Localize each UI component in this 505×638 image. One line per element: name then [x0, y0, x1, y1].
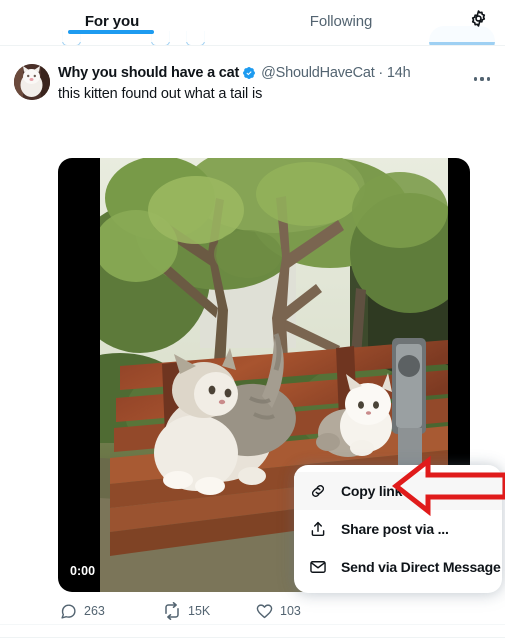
header-divider [0, 45, 505, 46]
more-options-button[interactable] [466, 66, 498, 92]
link-icon [308, 482, 327, 501]
like-count: 103 [280, 604, 301, 618]
menu-item-share-post-via[interactable]: Share post via ... [294, 510, 502, 548]
menu-item-copy-link-label: Copy link [341, 483, 403, 499]
menu-item-share-post-via-label: Share post via ... [341, 521, 449, 537]
share-context-menu: Copy link Share post via ... Send via Di… [294, 465, 502, 593]
gear-icon [469, 9, 488, 33]
repost-icon [163, 602, 181, 620]
avatar[interactable] [14, 64, 50, 100]
repost-button[interactable]: 15K [163, 598, 210, 624]
menu-item-copy-link[interactable]: Copy link [294, 472, 502, 510]
active-tab-indicator [68, 30, 154, 34]
menu-item-send-via-dm[interactable]: Send via Direct Message [294, 548, 502, 586]
dot-3 [486, 77, 490, 81]
tab-for-you-label: For you [84, 12, 140, 30]
like-button[interactable]: 103 [256, 598, 301, 624]
settings-button[interactable] [461, 4, 495, 38]
heart-icon [256, 603, 273, 620]
share-upload-icon [308, 520, 327, 539]
post-author-row: Why you should have a cat @ShouldHaveCat… [58, 65, 411, 81]
post-divider-light [0, 624, 505, 625]
envelope-icon [308, 558, 327, 577]
reply-count: 263 [84, 604, 105, 618]
reply-button[interactable]: 263 [60, 598, 105, 624]
video-timestamp: 0:00 [70, 564, 96, 578]
comment-icon [60, 603, 77, 620]
tab-following-label: Following [309, 12, 373, 30]
verified-badge-icon [242, 66, 256, 80]
author-display-name[interactable]: Why you should have a cat [58, 65, 239, 81]
tab-for-you[interactable]: For you [48, 0, 176, 42]
tab-following[interactable]: Following [252, 0, 430, 42]
twitter-feed-app: For you Following Why you should have a … [0, 0, 505, 638]
dot-2 [480, 77, 484, 81]
tab-bar: For you Following [0, 0, 505, 42]
post-text: this kitten found out what a tail is [58, 86, 263, 102]
top-header: For you Following [0, 0, 505, 42]
dot-1 [474, 77, 478, 81]
repost-count: 15K [188, 604, 211, 618]
menu-item-send-via-dm-label: Send via Direct Message [341, 559, 501, 575]
author-handle-and-time: @ShouldHaveCat · 14h [261, 65, 411, 81]
